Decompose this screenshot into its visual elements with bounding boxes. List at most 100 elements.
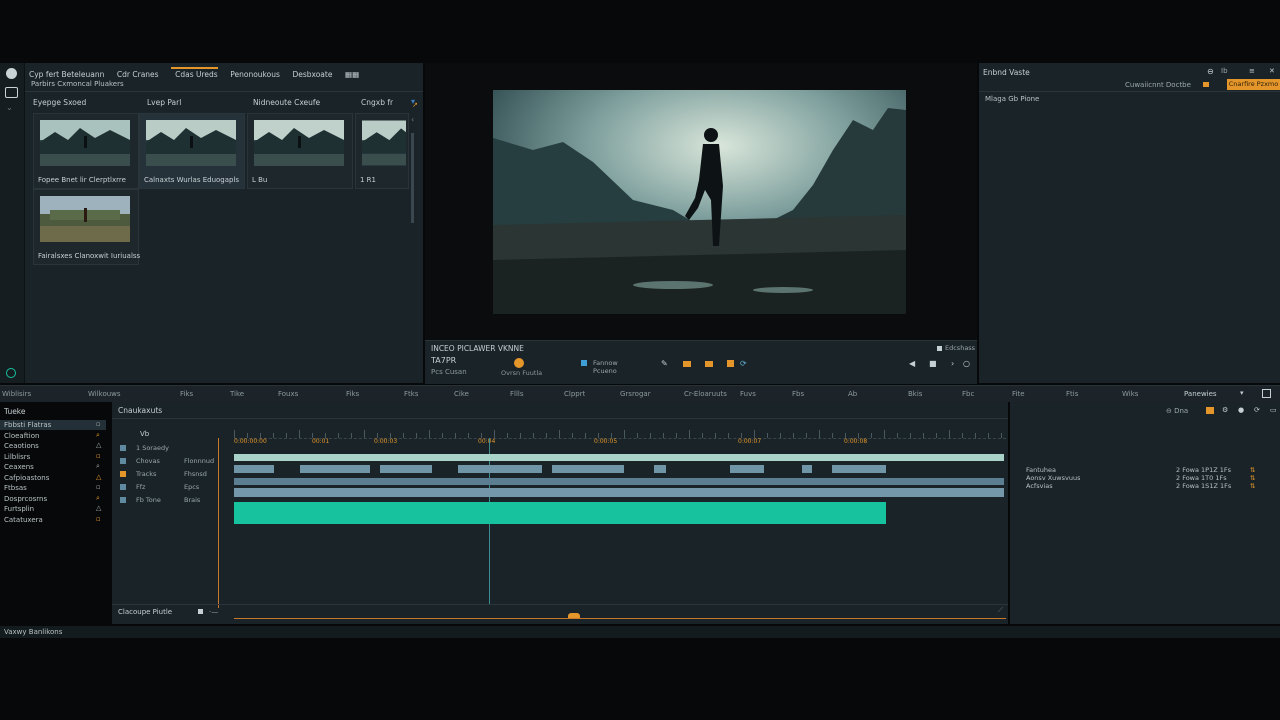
sidebar-item[interactable]: Dosprcosrns ⌕ xyxy=(0,494,106,504)
track-header[interactable]: Ffz Epcs xyxy=(112,483,222,494)
mode-icon[interactable]: Ib xyxy=(1221,67,1228,75)
film-icon[interactable] xyxy=(120,471,126,477)
expand-icon[interactable]: ▭ xyxy=(1270,406,1277,414)
video-clip[interactable] xyxy=(458,465,542,473)
media-icon[interactable] xyxy=(5,87,18,98)
expand-icon[interactable] xyxy=(1262,389,1271,398)
sync-icon[interactable]: ⟳ xyxy=(1254,406,1260,414)
marker-icon[interactable] xyxy=(581,360,587,366)
sidebar-item[interactable]: Catatuxera ▫ xyxy=(0,515,106,525)
close-icon[interactable]: ✕ xyxy=(1269,67,1275,75)
toolbar-item[interactable]: Fuvs xyxy=(740,390,756,398)
tab-media-1[interactable]: Cdr Cranes xyxy=(117,70,159,79)
clock-icon[interactable]: ⊖ xyxy=(1207,67,1214,76)
audio-clip[interactable]: Euhkefr 2Cannt PurfsFoaursCfopnuoc Nospr… xyxy=(234,502,886,524)
chevron-down-icon[interactable]: ⌄ xyxy=(6,103,13,112)
sidebar-item[interactable]: Cloeaftion ⌕ xyxy=(0,431,106,441)
media-thumbnail[interactable]: Fopee Bnet lir Clerptlxrre xyxy=(33,113,139,189)
track-header[interactable]: 1 Soraedy xyxy=(112,444,222,455)
video-clip[interactable] xyxy=(654,465,666,473)
inspector-action-button[interactable]: Cnarfire Pzxmo xyxy=(1227,79,1280,90)
column-0[interactable]: Eyepge Sxoed xyxy=(33,98,86,107)
pen-icon[interactable]: ✎ xyxy=(661,359,668,368)
previous-button[interactable]: ◀ xyxy=(909,359,915,368)
tab-media-3[interactable]: Penonoukous xyxy=(230,70,280,79)
video-clip[interactable] xyxy=(730,465,764,473)
track-header[interactable]: Fb Tone Brais xyxy=(112,496,222,507)
toolbar-item[interactable]: Fiks xyxy=(346,390,359,398)
property-row[interactable]: Acfsvias 2 Fowa 1S1Z 1Fs ⇅ xyxy=(1010,482,1280,490)
media-thumbnail[interactable]: Calnaxts Wurlas Eduogapls xyxy=(139,113,245,189)
lock-icon[interactable] xyxy=(120,484,126,490)
graphics-track-clip[interactable] xyxy=(234,488,1004,497)
sidebar-item[interactable]: Ceaotions △ xyxy=(0,441,106,451)
video-clip[interactable] xyxy=(234,465,274,473)
toolbar-item[interactable]: Fllls xyxy=(510,390,524,398)
toolbar-item[interactable]: Tike xyxy=(230,390,244,398)
stop-button[interactable]: ■ xyxy=(929,359,937,368)
folder-icon[interactable] xyxy=(705,361,713,367)
track-header[interactable]: Tracks Fhsnsd xyxy=(112,470,222,481)
sidebar-item[interactable]: Ftbsas ▫ xyxy=(0,483,106,493)
media-thumbnail[interactable]: L Bu xyxy=(247,113,353,189)
toolbar-item[interactable]: Bkis xyxy=(908,390,922,398)
chevron-left-icon[interactable]: ‹ xyxy=(411,115,414,124)
toolbar-item[interactable]: Fite xyxy=(1012,390,1025,398)
tab-media-4[interactable]: Desbxoate xyxy=(292,70,332,79)
toolbar-item[interactable]: Fiks xyxy=(180,390,193,398)
sidebar-item[interactable]: Furtsplin △ xyxy=(0,504,106,514)
chevron-down-icon[interactable]: ▾ xyxy=(1240,389,1244,397)
tab-media-2[interactable]: Cdas Ureds xyxy=(171,67,218,79)
resize-handle-icon[interactable]: ⟋ xyxy=(998,606,1003,615)
play-button[interactable] xyxy=(514,358,524,368)
video-clip[interactable] xyxy=(832,465,886,473)
sidebar-item[interactable]: Fbbsti Flatras ▫ xyxy=(0,420,106,430)
media-thumbnail[interactable]: Fairalsxes Clanoxwit Iuriualss xyxy=(33,189,140,265)
collapse-icon[interactable]: ↗ xyxy=(412,101,418,109)
footer-menu-icon[interactable]: ·— xyxy=(209,608,218,616)
tab-media-0[interactable]: Cyp fert Beteleuann xyxy=(29,70,104,79)
preview-frame[interactable] xyxy=(493,90,906,314)
toolbar-item[interactable]: Cr-Eloaruuts xyxy=(684,390,727,398)
toolbar-item[interactable]: Fbs xyxy=(792,390,804,398)
inspector-row[interactable]: Mlaga Gb Pione xyxy=(985,95,1039,103)
toolbar-item[interactable]: Cike xyxy=(454,390,469,398)
video-clip[interactable] xyxy=(380,465,432,473)
sidebar-item[interactable]: Lilblisrs ▫ xyxy=(0,452,106,462)
column-2[interactable]: Nidneoute Cxeufe xyxy=(253,98,320,107)
marker-icon[interactable] xyxy=(1206,407,1214,414)
column-1[interactable]: Lvep Parl xyxy=(147,98,181,107)
property-icon[interactable]: ⇅ xyxy=(1250,466,1255,474)
timeline-ruler[interactable] xyxy=(234,428,1006,439)
column-3[interactable]: Cngxb fr xyxy=(361,98,393,107)
video-clip[interactable] xyxy=(552,465,624,473)
toolbar-item[interactable]: Ab xyxy=(848,390,857,398)
property-icon[interactable]: ⇅ xyxy=(1250,474,1255,482)
menu-icon[interactable]: ≡ xyxy=(1249,67,1255,75)
track-header[interactable]: Chovas Flonnnud xyxy=(112,457,222,468)
toolbar-item[interactable]: Fouxs xyxy=(278,390,298,398)
video-clip[interactable] xyxy=(802,465,812,473)
view-toggle-icon[interactable]: ▦▦ xyxy=(345,70,359,79)
audio-icon[interactable] xyxy=(120,497,126,503)
settings-icon[interactable]: ⟳ xyxy=(740,359,747,368)
eye-icon[interactable] xyxy=(120,445,126,451)
app-logo-icon[interactable] xyxy=(6,68,17,79)
toolbar-dropdown[interactable]: Panewies xyxy=(1184,390,1217,398)
sidebar-item[interactable]: Cafpioastons △ xyxy=(0,473,106,483)
overlay-track-clip[interactable] xyxy=(234,478,1004,485)
property-row[interactable]: Aonsv Xuwsvuus 2 Fowa 1T0 1Fs ⇅ xyxy=(1010,474,1280,482)
toolbar-item[interactable]: Grsrogar xyxy=(620,390,651,398)
toolbar-item[interactable]: Wiks xyxy=(1122,390,1138,398)
record-icon[interactable] xyxy=(6,368,16,378)
toolbar-item[interactable]: Fbc xyxy=(962,390,974,398)
clock-icon[interactable]: ⊖ Dna xyxy=(1166,407,1188,415)
track-toggle-icon[interactable] xyxy=(120,458,126,464)
box-icon[interactable] xyxy=(727,360,734,367)
info-icon[interactable]: ● xyxy=(1238,406,1244,414)
toolbar-item[interactable]: Wiblisirs xyxy=(2,390,31,398)
toolbar-item[interactable]: Ftks xyxy=(404,390,418,398)
footer-toggle-icon[interactable] xyxy=(198,609,203,614)
scrollbar[interactable] xyxy=(411,133,414,223)
media-thumbnail[interactable]: 1 R1 xyxy=(355,113,409,189)
